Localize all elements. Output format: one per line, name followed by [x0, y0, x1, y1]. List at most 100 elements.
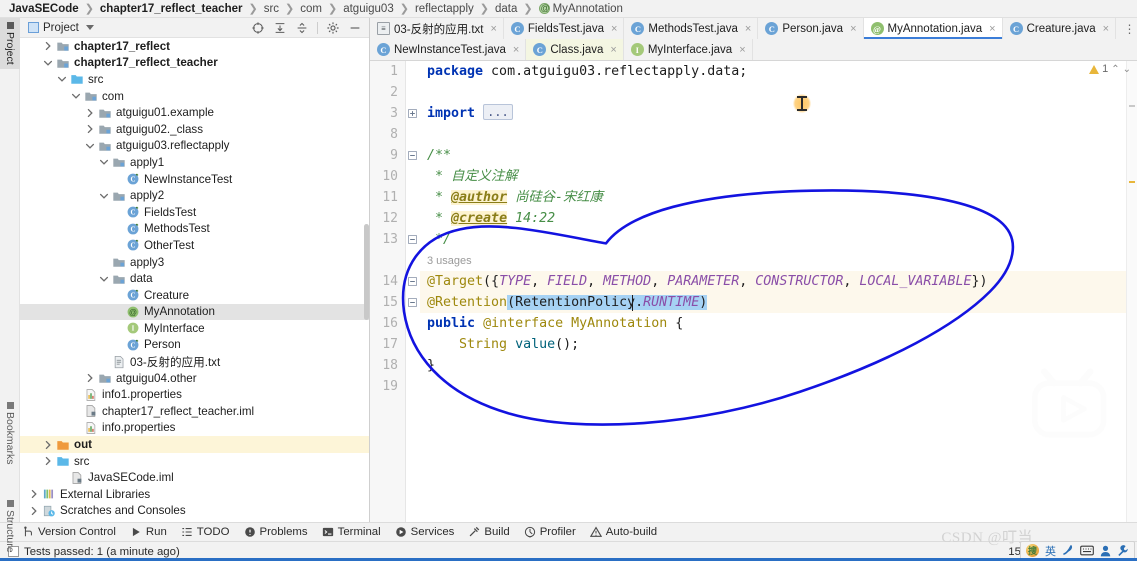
tree-node[interactable]: apply1 — [20, 154, 369, 171]
editor-tab[interactable]: C Creature.java × — [1002, 18, 1117, 39]
expand-all-icon[interactable] — [273, 21, 287, 35]
tool-window-tab-bookmarks[interactable]: Bookmarks — [0, 398, 20, 469]
tool-window-button-run[interactable]: Run — [130, 526, 167, 538]
code-line[interactable]: public @interface MyAnnotation { — [420, 313, 1137, 334]
status-left[interactable]: Tests passed: 1 (a minute ago) — [8, 546, 180, 558]
tree-node[interactable]: C NewInstanceTest — [20, 171, 369, 188]
collapse-fold-icon[interactable] — [408, 151, 417, 160]
code-editor[interactable]: 1 2 3 8 9 10 11 12 13 14 15 16 17 18 19 package com.at… — [370, 61, 1137, 522]
code-line[interactable]: * @author 尚硅谷-宋红康 — [420, 187, 1137, 208]
close-icon[interactable]: × — [739, 44, 745, 56]
tree-node[interactable]: chapter17_reflect — [20, 38, 369, 55]
close-icon[interactable]: × — [610, 44, 616, 56]
tool-window-button-services[interactable]: Services — [395, 526, 454, 538]
tool-window-tab-structure[interactable]: Structure — [0, 496, 20, 557]
tree-node[interactable]: C OtherTest — [20, 237, 369, 254]
close-icon[interactable]: × — [513, 44, 519, 56]
code-line[interactable]: /** — [420, 145, 1137, 166]
code-line[interactable]: * @create 14:22 — [420, 208, 1137, 229]
chevron-right-icon[interactable] — [28, 506, 39, 516]
chevron-down-icon[interactable] — [70, 91, 81, 101]
tool-window-button-build[interactable]: Build — [468, 526, 510, 538]
tool-window-button-auto-build[interactable]: Auto-build — [589, 526, 657, 538]
tool-window-button-todo[interactable]: TODO — [181, 526, 230, 538]
chevron-right-icon[interactable] — [84, 108, 95, 118]
breadcrumb-item[interactable]: MyAnnotation — [538, 2, 624, 15]
chevron-down-icon[interactable] — [85, 25, 94, 30]
collapse-fold-icon[interactable] — [408, 298, 417, 307]
editor-tab[interactable]: I MyInterface.java × — [623, 39, 753, 60]
select-opened-file-icon[interactable] — [251, 21, 265, 35]
tree-node[interactable]: info1.properties — [20, 386, 369, 403]
tree-node[interactable]: atguigu03.reflectapply — [20, 138, 369, 155]
editor-tab[interactable]: C Person.java × — [758, 18, 864, 39]
chevron-down-icon[interactable] — [98, 191, 109, 201]
tree-node[interactable]: chapter17_reflect_teacher — [20, 55, 369, 72]
tree-node[interactable]: atguigu04.other — [20, 370, 369, 387]
editor-tab[interactable]: C NewInstanceTest.java × — [370, 39, 527, 60]
close-icon[interactable]: × — [989, 23, 995, 35]
breadcrumb-item[interactable]: reflectapply — [414, 3, 475, 15]
tree-node[interactable]: com — [20, 88, 369, 105]
code-line[interactable]: @Retention(RetentionPolicy.RUNTIME) — [420, 292, 1137, 313]
editor-tab[interactable]: @ MyAnnotation.java × — [863, 18, 1003, 39]
expand-fold-icon[interactable] — [408, 109, 417, 118]
tree-node[interactable]: info.properties — [20, 420, 369, 437]
code-line[interactable]: package com.atguigu03.reflectapply.data; — [420, 61, 1137, 82]
breadcrumb-item[interactable]: data — [494, 3, 518, 15]
code-line[interactable] — [420, 82, 1137, 103]
chevron-down-icon[interactable] — [42, 58, 53, 68]
chevron-down-icon[interactable] — [98, 157, 109, 167]
tree-node[interactable]: @ MyAnnotation — [20, 303, 369, 321]
project-tree[interactable]: chapter17_reflect chapter17_reflect_teach… — [20, 38, 369, 522]
chevron-right-icon[interactable] — [42, 456, 53, 466]
chevron-down-icon[interactable]: ⌄ — [1123, 64, 1131, 75]
editor-tab[interactable]: C Class.java × — [526, 39, 624, 60]
chevron-up-icon[interactable]: ⌃ — [1111, 64, 1119, 75]
chevron-down-icon[interactable] — [98, 274, 109, 284]
tree-node[interactable]: apply3 — [20, 254, 369, 271]
tree-node[interactable]: C Creature — [20, 287, 369, 304]
keyboard-icon[interactable] — [1080, 545, 1094, 556]
chevron-down-icon[interactable] — [56, 74, 67, 84]
gear-icon[interactable] — [326, 21, 340, 35]
tree-node[interactable]: out — [20, 436, 369, 453]
tree-node[interactable]: chapter17_reflect_teacher.iml — [20, 403, 369, 420]
tree-node[interactable]: C Person — [20, 337, 369, 354]
tool-window-button-version-control[interactable]: Version Control — [22, 526, 116, 538]
close-icon[interactable]: × — [745, 23, 751, 35]
tree-node[interactable]: data — [20, 270, 369, 287]
tree-node[interactable]: C FieldsTest — [20, 204, 369, 221]
tree-node[interactable]: C MethodsTest — [20, 221, 369, 238]
ime-mode-label[interactable]: 英 — [1045, 543, 1056, 559]
chevron-right-icon[interactable] — [84, 124, 95, 134]
tree-node[interactable]: External Libraries — [20, 486, 369, 503]
tree-node[interactable]: src — [20, 453, 369, 470]
minimize-icon[interactable] — [348, 21, 362, 35]
code-line[interactable]: @Target({TYPE, FIELD, METHOD, PARAMETER,… — [420, 271, 1137, 292]
breadcrumb-item[interactable]: atguigu03 — [342, 3, 395, 15]
close-icon[interactable]: × — [490, 23, 496, 35]
tree-scrollbar[interactable] — [364, 224, 369, 320]
chevron-right-icon[interactable] — [42, 440, 53, 450]
folded-imports[interactable]: ... — [483, 104, 513, 120]
fold-gutter[interactable] — [406, 61, 420, 522]
collapse-fold-icon[interactable] — [408, 235, 417, 244]
tree-node[interactable]: atguigu02._class — [20, 121, 369, 138]
wrench-icon[interactable] — [1117, 544, 1129, 557]
breadcrumb-item[interactable]: JavaSECode — [8, 3, 80, 15]
code-line[interactable]: import ... — [420, 103, 1137, 124]
tool-window-button-terminal[interactable]: Terminal — [322, 526, 381, 538]
user-icon[interactable] — [1100, 545, 1111, 557]
collapse-all-icon[interactable] — [295, 21, 309, 35]
handwriting-icon[interactable] — [1062, 544, 1074, 557]
inspection-widget[interactable]: 1 ⌃ ⌄ — [1089, 63, 1131, 75]
code-line[interactable]: * 自定义注解 — [420, 166, 1137, 187]
close-icon[interactable]: × — [611, 23, 617, 35]
code-line[interactable]: 3 usages — [420, 250, 1137, 271]
collapse-fold-icon[interactable] — [408, 277, 417, 286]
tree-node[interactable]: I MyInterface — [20, 320, 369, 337]
close-icon[interactable]: × — [1103, 23, 1109, 35]
breadcrumb-item[interactable]: com — [299, 3, 323, 15]
editor-tab[interactable]: C FieldsTest.java × — [503, 18, 625, 39]
